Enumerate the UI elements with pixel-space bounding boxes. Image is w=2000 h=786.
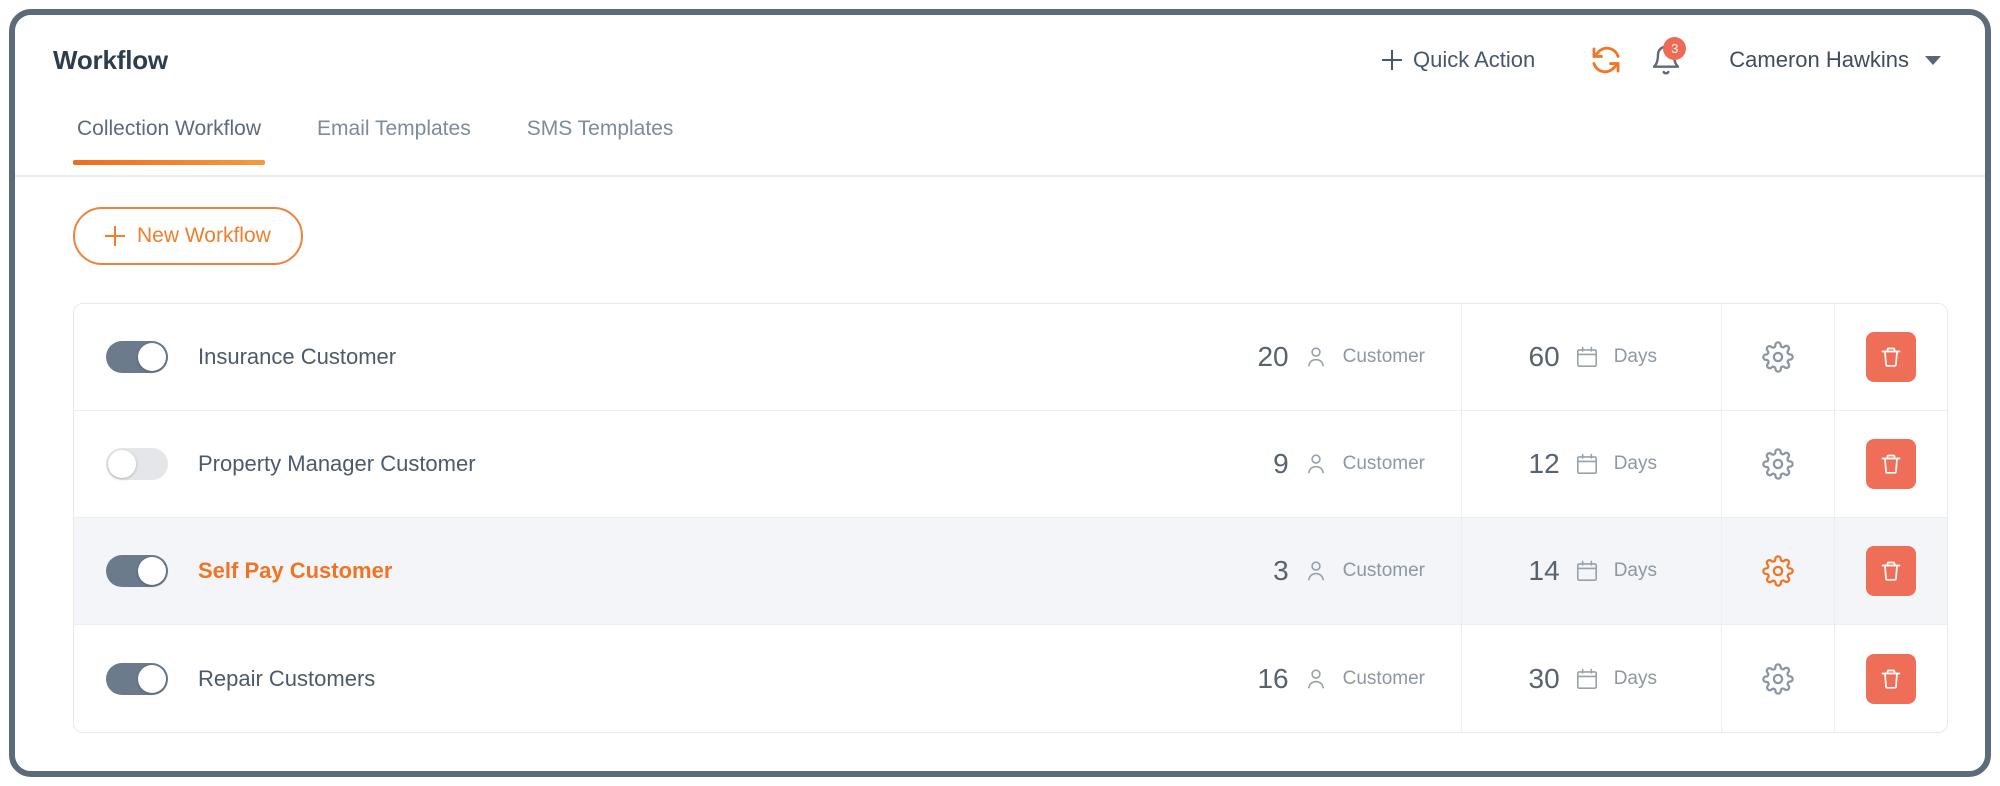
table-row[interactable]: Property Manager Customer 9 Customer 12 Days — [74, 411, 1947, 518]
user-menu[interactable]: Cameron Hawkins — [1725, 41, 1945, 79]
toggle-knob — [108, 450, 136, 478]
person-icon — [1303, 666, 1329, 692]
delete-cell — [1834, 304, 1947, 410]
trash-icon — [1879, 345, 1903, 369]
days-label: Days — [1613, 453, 1657, 474]
workflow-name: Insurance Customer — [198, 344, 397, 369]
trash-icon — [1879, 667, 1903, 691]
delete-button[interactable] — [1866, 653, 1916, 704]
customer-count-cell: 3 Customer — [1161, 518, 1461, 624]
toggle-knob — [138, 343, 166, 371]
gear-icon — [1762, 341, 1794, 373]
page-title: Workflow — [53, 44, 168, 75]
tab-bar: Collection Workflow Email Templates SMS … — [15, 105, 1985, 177]
quick-action-button[interactable]: Quick Action — [1372, 41, 1545, 79]
days-cell: 14 Days — [1461, 518, 1721, 624]
trash-icon — [1879, 559, 1903, 583]
settings-button[interactable] — [1721, 625, 1834, 732]
workflow-name: Self Pay Customer — [198, 558, 393, 583]
notifications-button[interactable]: 3 — [1639, 33, 1693, 87]
workflow-enabled-toggle[interactable] — [106, 448, 168, 480]
customer-count: 16 — [1257, 662, 1289, 694]
header-actions: Quick Action 3 Cameron Hawkins — [1372, 33, 1945, 87]
days-cell: 30 Days — [1461, 625, 1721, 732]
days-label: Days — [1613, 667, 1657, 689]
workflow-name-cell: Insurance Customer — [74, 304, 1161, 410]
calendar-icon — [1574, 558, 1600, 584]
calendar-icon — [1574, 666, 1600, 692]
toggle-knob — [138, 557, 166, 585]
days-count: 14 — [1528, 555, 1560, 586]
workflow-enabled-toggle[interactable] — [106, 662, 168, 695]
delete-cell — [1834, 411, 1947, 517]
workflow-name-cell: Property Manager Customer — [74, 411, 1161, 517]
workflow-enabled-toggle[interactable] — [106, 341, 168, 373]
tab-email-templates[interactable]: Email Templates — [315, 105, 473, 163]
gear-icon — [1762, 555, 1794, 587]
person-icon — [1303, 451, 1329, 477]
workflow-name-cell: Repair Customers — [74, 625, 1161, 732]
customer-count-cell: 20 Customer — [1161, 304, 1461, 410]
customer-label: Customer — [1342, 560, 1425, 581]
days-label: Days — [1613, 560, 1657, 581]
workflow-table: Insurance Customer 20 Customer 60 Days Proper… — [73, 303, 1948, 733]
delete-cell — [1834, 518, 1947, 624]
refresh-button[interactable] — [1579, 33, 1633, 87]
days-cell: 12 Days — [1461, 411, 1721, 517]
trash-icon — [1879, 452, 1903, 476]
settings-button[interactable] — [1721, 518, 1834, 624]
customer-label: Customer — [1342, 667, 1425, 689]
gear-icon — [1762, 448, 1794, 480]
settings-button[interactable] — [1721, 411, 1834, 517]
plus-icon — [1381, 50, 1402, 70]
settings-button[interactable] — [1721, 304, 1834, 410]
person-icon — [1303, 558, 1329, 584]
workflow-name-cell: Self Pay Customer — [74, 518, 1161, 624]
days-count: 12 — [1528, 448, 1560, 479]
app-window: Workflow Quick Action 3 Cameron Hawkins … — [9, 9, 1991, 777]
days-cell: 60 Days — [1461, 304, 1721, 410]
app-surface: Workflow Quick Action 3 Cameron Hawkins … — [15, 15, 1985, 771]
customer-label: Customer — [1342, 453, 1425, 474]
person-icon — [1303, 344, 1329, 370]
quick-action-label: Quick Action — [1412, 47, 1536, 72]
table-row[interactable]: Repair Customers 16 Customer 30 Days — [74, 625, 1947, 732]
calendar-icon — [1574, 451, 1600, 477]
table-row[interactable]: Self Pay Customer 3 Customer 14 Days — [74, 518, 1947, 625]
tab-sms-templates[interactable]: SMS Templates — [525, 105, 676, 163]
delete-button[interactable] — [1866, 439, 1916, 489]
days-count: 30 — [1528, 662, 1560, 694]
calendar-icon — [1574, 344, 1600, 370]
new-workflow-label: New Workflow — [137, 224, 271, 247]
plus-icon — [105, 226, 125, 246]
workflow-name: Property Manager Customer — [198, 451, 476, 476]
workflow-enabled-toggle[interactable] — [106, 555, 168, 587]
customer-label: Customer — [1342, 346, 1425, 367]
user-name: Cameron Hawkins — [1729, 47, 1909, 72]
delete-button[interactable] — [1866, 546, 1916, 596]
notification-badge: 3 — [1663, 37, 1687, 60]
new-workflow-button[interactable]: New Workflow — [73, 207, 303, 265]
tab-collection-workflow[interactable]: Collection Workflow — [72, 105, 266, 165]
app-header: Workflow Quick Action 3 Cameron Hawkins — [15, 15, 1985, 105]
customer-count: 3 — [1273, 555, 1289, 586]
gear-icon — [1762, 662, 1794, 695]
customer-count-cell: 9 Customer — [1161, 411, 1461, 517]
toggle-knob — [138, 664, 166, 693]
table-row[interactable]: Insurance Customer 20 Customer 60 Days — [74, 304, 1947, 411]
delete-cell — [1834, 625, 1947, 732]
customer-count: 20 — [1257, 341, 1289, 372]
workflow-name: Repair Customers — [198, 665, 376, 691]
customer-count-cell: 16 Customer — [1161, 625, 1461, 732]
delete-button[interactable] — [1866, 332, 1916, 382]
customer-count: 9 — [1273, 448, 1289, 479]
refresh-icon — [1589, 43, 1623, 77]
chevron-down-icon — [1925, 55, 1941, 65]
days-label: Days — [1613, 346, 1657, 367]
days-count: 60 — [1528, 341, 1560, 372]
